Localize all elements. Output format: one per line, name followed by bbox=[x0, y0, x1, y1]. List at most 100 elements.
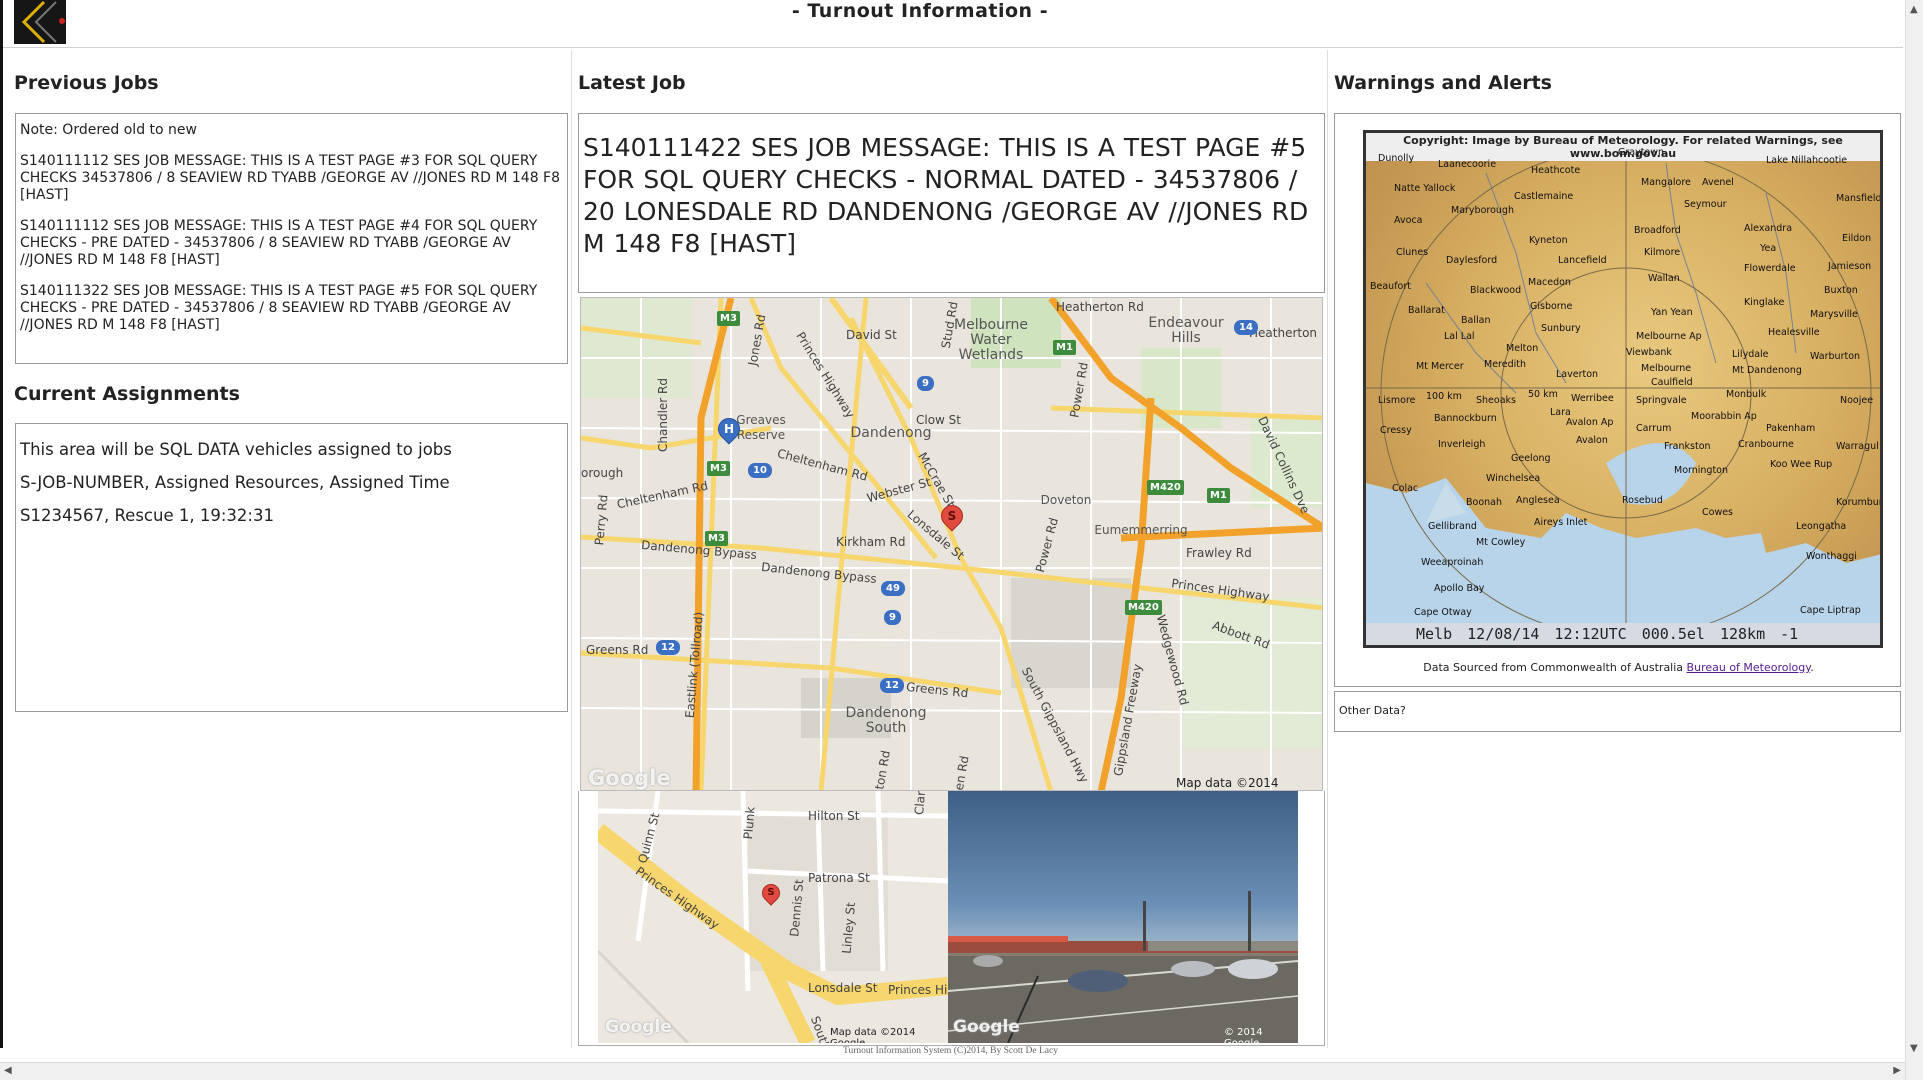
hospital-marker-label: H bbox=[723, 422, 735, 436]
map-label-frawley-rd: Frawley Rd bbox=[1186, 546, 1252, 560]
scroll-right-arrow-icon[interactable]: ▶ bbox=[1893, 1065, 1901, 1076]
radar-town: Heathcote bbox=[1531, 165, 1581, 176]
shield-route-10: 10 bbox=[748, 463, 772, 478]
radar-box: Copyright: Image by Bureau of Meteorolog… bbox=[1334, 113, 1901, 687]
shield-m420: M420 bbox=[1147, 480, 1184, 495]
zoom-label-lonsdale-st: Lonsdale St bbox=[808, 981, 878, 995]
zoom-label-princes-hi: Princes Hi bbox=[888, 983, 948, 997]
zoom-label-plunk: Plunk bbox=[740, 806, 758, 840]
previous-job-item: S140111112 SES JOB MESSAGE: THIS IS A TE… bbox=[20, 218, 538, 268]
google-logo[interactable]: Google bbox=[605, 1017, 672, 1037]
radar-town: Daylesford bbox=[1446, 255, 1498, 266]
scroll-up-arrow-icon[interactable]: ▲ bbox=[1910, 4, 1918, 15]
radar-town: Mansfield bbox=[1836, 193, 1882, 204]
street-view-panel[interactable]: Google © 2014 Google bbox=[948, 791, 1298, 1043]
radar-town: Mornington bbox=[1674, 465, 1729, 476]
radar-town: Melbourne bbox=[1641, 363, 1692, 374]
radar-town: Alexandra bbox=[1744, 223, 1793, 234]
radar-town: Cowes bbox=[1702, 507, 1734, 518]
radar-town: Gellibrand bbox=[1428, 521, 1477, 532]
radar-town: Avalon Ap bbox=[1566, 417, 1614, 428]
previous-jobs-note: Note: Ordered old to new bbox=[20, 122, 197, 138]
radar-town: Warragul bbox=[1836, 441, 1879, 452]
street-view-scene bbox=[948, 891, 1298, 1043]
shield-route-14: 14 bbox=[1234, 320, 1258, 335]
assignment-line: S1234567, Rescue 1, 19:32:31 bbox=[20, 506, 274, 525]
shield-m3: M3 bbox=[707, 461, 730, 476]
scroll-left-arrow-icon[interactable]: ◀ bbox=[4, 1065, 12, 1076]
radar-town: Cape Otway bbox=[1414, 607, 1472, 618]
horizontal-scrollbar[interactable]: ◀ ▶ bbox=[0, 1062, 1905, 1080]
radar-town: Lismore bbox=[1378, 395, 1416, 406]
radar-town: Mt Dandenong bbox=[1732, 365, 1802, 376]
radar-town: Ballan bbox=[1461, 315, 1491, 326]
map-attribution[interactable]: Map data ©2014 Google bbox=[1176, 776, 1322, 790]
latest-job-text: S140111422 SES JOB MESSAGE: THIS IS A TE… bbox=[583, 133, 1309, 258]
radar-town: Melton bbox=[1506, 343, 1539, 354]
radar-town: Yan Yean bbox=[1651, 307, 1693, 318]
radar-timestamp: Melb 12/08/14 12:12UTC 000.5el 128km -1 bbox=[1366, 623, 1880, 645]
radar-town: Lilydale bbox=[1732, 349, 1769, 360]
map-label-heatherton-rd: Heatherton Rd bbox=[1056, 300, 1144, 314]
radar-town: 100 km bbox=[1426, 391, 1462, 402]
radar-town: Buxton bbox=[1824, 285, 1858, 296]
radar-town: Clunes bbox=[1396, 247, 1429, 258]
radar-town: Leongatha bbox=[1796, 521, 1847, 532]
radar-town: Mt Mercer bbox=[1416, 361, 1464, 372]
radar-town: Kilmore bbox=[1644, 247, 1681, 258]
map-label-clow-st: Clow St bbox=[916, 413, 962, 427]
radar-town: Lal Lal bbox=[1444, 331, 1475, 342]
radar-town: Cape Liptrap bbox=[1800, 605, 1861, 616]
previous-job-item: S140111112 SES JOB MESSAGE: THIS IS A TE… bbox=[20, 153, 561, 203]
map-label-dandenong: Dandenong bbox=[850, 425, 932, 441]
google-logo[interactable]: Google bbox=[588, 766, 671, 790]
radar-source-line: Data Sourced from Commonwealth of Austra… bbox=[1335, 661, 1902, 674]
radar-town: Wonthaggi bbox=[1806, 551, 1857, 562]
previous-job-item: S140111322 SES JOB MESSAGE: THIS IS A TE… bbox=[20, 283, 538, 333]
google-logo[interactable]: Google bbox=[953, 1017, 1020, 1037]
radar-town: Eildon bbox=[1842, 233, 1872, 244]
radar-source-end: . bbox=[1810, 661, 1814, 674]
job-marker-label: S bbox=[947, 509, 957, 523]
radar-town: Macedon bbox=[1528, 277, 1571, 288]
radar-town: Marysville bbox=[1810, 309, 1858, 320]
header: - Turnout Information - bbox=[3, 0, 1903, 48]
radar-town: Moorabbin Ap bbox=[1691, 411, 1757, 422]
radar-town: 50 km bbox=[1528, 389, 1558, 400]
map-label-doveton: Doveton bbox=[1040, 493, 1092, 507]
radar-town: Aireys Inlet bbox=[1534, 517, 1588, 528]
shield-route-9: 9 bbox=[884, 610, 901, 625]
radar-source-text: Data Sourced from Commonwealth of Austra… bbox=[1423, 661, 1687, 674]
radar-town: Natte Yallock bbox=[1394, 183, 1456, 194]
radar-town: Avoca bbox=[1394, 215, 1423, 226]
shield-m420: M420 bbox=[1125, 600, 1162, 615]
weather-radar-image[interactable]: Copyright: Image by Bureau of Meteorolog… bbox=[1363, 130, 1883, 648]
radar-town: Springvale bbox=[1636, 395, 1687, 406]
left-column: Previous Jobs Note: Ordered old to new S… bbox=[3, 50, 572, 1048]
radar-town: Werribee bbox=[1571, 393, 1614, 404]
vertical-scrollbar[interactable]: ▲ ▼ bbox=[1905, 0, 1923, 1080]
radar-town: Apollo Bay bbox=[1434, 583, 1485, 594]
previous-jobs-title: Previous Jobs bbox=[14, 72, 159, 94]
radar-town: Frankston bbox=[1664, 441, 1711, 452]
shield-m1: M1 bbox=[1207, 488, 1230, 503]
radar-town: Korumburra bbox=[1836, 497, 1883, 508]
zoomed-map[interactable]: Hilton St Patrona St Dennis St Linley St… bbox=[598, 791, 948, 1043]
map-label-borough: orough bbox=[581, 466, 624, 480]
bom-link[interactable]: Bureau of Meteorology bbox=[1687, 661, 1811, 674]
radar-town: Winchelsea bbox=[1486, 473, 1541, 484]
radar-town: Jamieson bbox=[1828, 261, 1872, 272]
shield-route-12: 12 bbox=[656, 640, 680, 655]
zoom-label-patrona-st: Patrona St bbox=[808, 871, 870, 885]
other-data-label: Other Data? bbox=[1339, 704, 1406, 717]
zoom-map-attribution[interactable]: Map data ©2014 Google bbox=[830, 1027, 948, 1043]
overview-map[interactable]: Melbourne Water Wetlands Endeavour Hills… bbox=[580, 297, 1323, 791]
radar-town: Kyneton bbox=[1529, 235, 1568, 246]
radar-town: Mt Cowley bbox=[1476, 537, 1526, 548]
scroll-down-arrow-icon[interactable]: ▼ bbox=[1910, 1043, 1918, 1054]
radar-town: Bannockburn bbox=[1434, 413, 1497, 424]
radar-town: Castlemaine bbox=[1514, 191, 1574, 202]
radar-town: Gisborne bbox=[1530, 301, 1573, 312]
radar-town: Yea bbox=[1760, 243, 1777, 254]
radar-town: Mangalore bbox=[1641, 177, 1691, 188]
